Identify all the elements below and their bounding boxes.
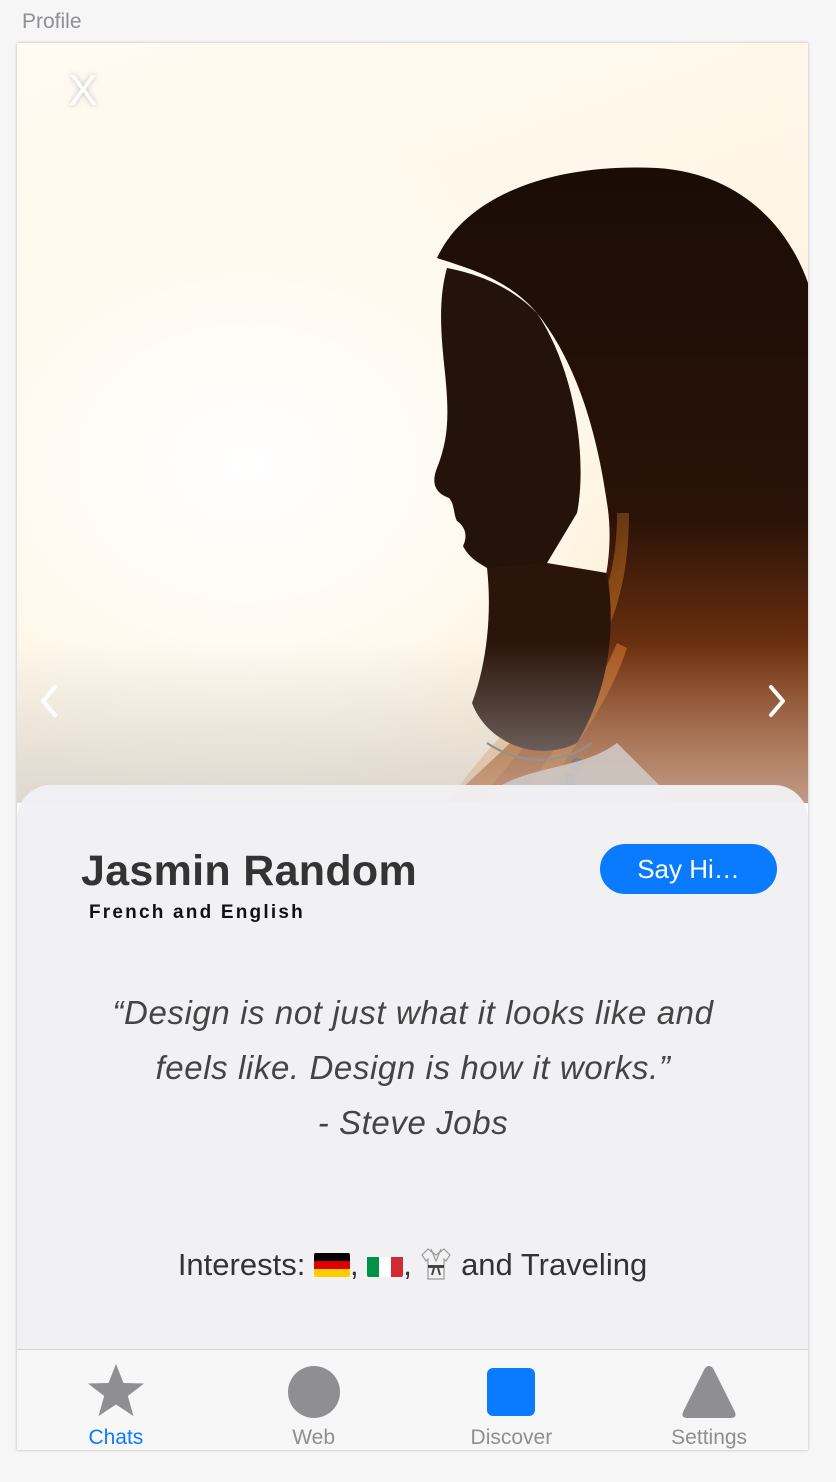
interests-separator: , (349, 1247, 359, 1282)
chevron-right-icon (769, 685, 785, 717)
tab-discover[interactable]: Discover (413, 1350, 611, 1450)
tab-label-settings: Settings (671, 1426, 748, 1449)
interests-label: Interests: (177, 1247, 306, 1282)
page-label: Profile (22, 10, 82, 33)
profile-interests: Interests: , , and Traveling (17, 1245, 808, 1283)
tab-web[interactable]: Web (215, 1350, 413, 1450)
tab-label-discover: Discover (470, 1426, 553, 1449)
interests-suffix: and Traveling (461, 1247, 648, 1282)
triangle-icon (682, 1366, 736, 1418)
profile-photo[interactable]: X (17, 43, 808, 803)
profile-name: Jasmin Random (81, 847, 418, 895)
italy-flag-icon (367, 1253, 404, 1277)
tab-label-web: Web (292, 1426, 336, 1449)
germany-flag-icon (313, 1253, 350, 1277)
tab-settings[interactable]: Settings (610, 1350, 808, 1450)
quote-line-2: feels like. Design is how it works.” (155, 1049, 671, 1086)
tab-chats[interactable]: Chats (17, 1350, 215, 1450)
tab-bar: Chats Web Discover Settings (17, 1349, 808, 1450)
say-hi-button[interactable]: Say Hi… (600, 844, 777, 894)
circle-icon (287, 1366, 340, 1418)
star-icon (87, 1364, 144, 1416)
interests-separator: , (403, 1247, 412, 1282)
previous-photo-button[interactable] (35, 679, 65, 723)
photo-shade (17, 643, 808, 803)
tab-label-chats: Chats (88, 1426, 144, 1449)
profile-card: Jasmin Random French and English Say Hi…… (17, 785, 808, 1350)
chevron-left-icon (41, 685, 57, 717)
square-icon (487, 1368, 536, 1416)
phone-screen: X Jasmin Random French and English Say H… (17, 43, 808, 1450)
quote-line-1: “Design is not just what it looks like a… (112, 994, 714, 1031)
close-button[interactable]: X (61, 65, 105, 117)
quote-author: - Steve Jobs (317, 1104, 509, 1141)
next-photo-button[interactable] (761, 679, 791, 723)
profile-languages: French and English (89, 902, 305, 923)
martial-arts-uniform-icon (421, 1248, 452, 1280)
profile-quote: “Design is not just what it looks like a… (57, 985, 769, 1150)
